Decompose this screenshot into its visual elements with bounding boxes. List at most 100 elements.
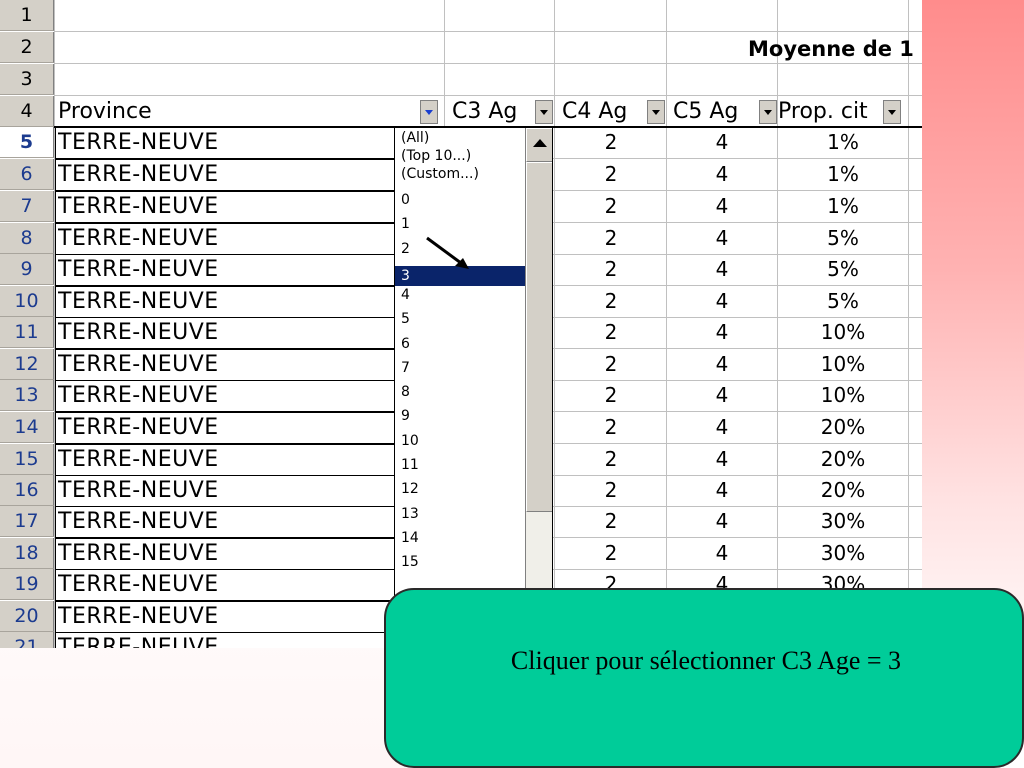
row-header[interactable]: 6 <box>0 159 54 190</box>
c5-age-filter-dropdown[interactable] <box>759 100 777 124</box>
row-header[interactable]: 18 <box>0 538 54 569</box>
cell-province[interactable]: TERRE-NEUVE <box>58 127 394 158</box>
scroll-up-button[interactable] <box>526 128 552 162</box>
filter-option[interactable]: 5 <box>401 311 523 327</box>
cell-prop-cit[interactable]: 5% <box>779 223 907 254</box>
filter-option[interactable]: 14 <box>401 530 523 546</box>
row-header[interactable]: 3 <box>0 64 54 95</box>
cell-c5-age[interactable]: 4 <box>668 444 776 475</box>
cell-province[interactable]: TERRE-NEUVE <box>58 444 394 475</box>
province-filter-dropdown[interactable] <box>420 100 438 124</box>
cell-c5-age[interactable]: 4 <box>668 317 776 348</box>
cell-c4-age[interactable]: 2 <box>556 191 666 222</box>
row-header[interactable]: 7 <box>0 191 54 222</box>
filter-option[interactable]: 8 <box>401 384 523 400</box>
cell-province[interactable]: TERRE-NEUVE <box>58 412 394 443</box>
filter-option[interactable]: 4 <box>401 287 523 303</box>
filter-option[interactable]: (Top 10...) <box>401 148 523 164</box>
row-header[interactable]: 15 <box>0 444 54 475</box>
row-header[interactable]: 1 <box>0 0 54 31</box>
cell-prop-cit[interactable]: 5% <box>779 254 907 285</box>
row-header[interactable]: 16 <box>0 475 54 506</box>
filter-option[interactable]: 9 <box>401 408 523 424</box>
cell-c5-age[interactable]: 4 <box>668 538 776 569</box>
cell-c4-age[interactable]: 2 <box>556 506 666 537</box>
cell-prop-cit[interactable]: 20% <box>779 444 907 475</box>
c3-age-filter-list[interactable]: (All) (Top 10...) (Custom...) 0 1 2 3 4 5 6 7 8 9 10 1… <box>394 127 553 597</box>
cell-c5-age[interactable]: 4 <box>668 506 776 537</box>
cell-c4-age[interactable]: 2 <box>556 475 666 506</box>
cell-c5-age[interactable]: 4 <box>668 349 776 380</box>
cell-c5-age[interactable]: 4 <box>668 475 776 506</box>
cell-c5-age[interactable]: 4 <box>668 127 776 158</box>
cell-prop-cit[interactable]: 30% <box>779 538 907 569</box>
cell-c4-age[interactable]: 2 <box>556 286 666 317</box>
filter-option[interactable]: 0 <box>401 192 523 208</box>
row-header[interactable]: 17 <box>0 506 54 537</box>
cell-c4-age[interactable]: 2 <box>556 223 666 254</box>
cell-c5-age[interactable]: 4 <box>668 380 776 411</box>
cell-province[interactable]: TERRE-NEUVE <box>58 380 394 411</box>
c4-age-filter-dropdown[interactable] <box>647 100 665 124</box>
scroll-thumb[interactable] <box>526 162 552 512</box>
cell-c4-age[interactable]: 2 <box>556 317 666 348</box>
row-header[interactable]: 9 <box>0 254 54 285</box>
cell-c5-age[interactable]: 4 <box>668 412 776 443</box>
filter-option[interactable]: 13 <box>401 506 523 522</box>
cell-prop-cit[interactable]: 20% <box>779 412 907 443</box>
cell-prop-cit[interactable]: 1% <box>779 159 907 190</box>
filter-option[interactable]: 15 <box>401 554 523 570</box>
cell-province[interactable]: TERRE-NEUVE <box>58 191 394 222</box>
row-header[interactable]: 2 <box>0 32 54 63</box>
row-header[interactable]: 8 <box>0 223 54 254</box>
filter-option[interactable]: 7 <box>401 360 523 376</box>
cell-prop-cit[interactable]: 1% <box>779 191 907 222</box>
filter-option[interactable]: 10 <box>401 433 523 449</box>
cell-province[interactable]: TERRE-NEUVE <box>58 159 394 190</box>
cell-province[interactable]: TERRE-NEUVE <box>58 601 394 632</box>
cell-province[interactable]: TERRE-NEUVE <box>58 538 394 569</box>
cell-c4-age[interactable]: 2 <box>556 412 666 443</box>
row-header[interactable]: 13 <box>0 380 54 411</box>
prop-cit-filter-dropdown[interactable] <box>883 100 901 124</box>
filter-option[interactable]: (Custom...) <box>401 166 523 182</box>
cell-c5-age[interactable]: 4 <box>668 159 776 190</box>
cell-prop-cit[interactable]: 1% <box>779 127 907 158</box>
cell-prop-cit[interactable]: 10% <box>779 349 907 380</box>
cell-c5-age[interactable]: 4 <box>668 254 776 285</box>
c3-age-filter-dropdown[interactable] <box>535 100 553 124</box>
cell-c4-age[interactable]: 2 <box>556 159 666 190</box>
cell-prop-cit[interactable]: 10% <box>779 380 907 411</box>
cell-prop-cit[interactable]: 20% <box>779 475 907 506</box>
cell-prop-cit[interactable]: 10% <box>779 317 907 348</box>
row-header[interactable]: 11 <box>0 317 54 348</box>
cell-c4-age[interactable]: 2 <box>556 349 666 380</box>
filter-option[interactable]: (All) <box>401 130 523 146</box>
row-header[interactable]: 21 <box>0 632 54 648</box>
cell-province[interactable]: TERRE-NEUVE <box>58 569 394 600</box>
cell-c5-age[interactable]: 4 <box>668 223 776 254</box>
cell-prop-cit[interactable]: 30% <box>779 506 907 537</box>
cell-province[interactable]: TERRE-NEUVE <box>58 506 394 537</box>
cell-province[interactable]: TERRE-NEUVE <box>58 632 394 648</box>
filter-option[interactable]: 6 <box>401 336 523 352</box>
cell-province[interactable]: TERRE-NEUVE <box>58 475 394 506</box>
filter-list-scrollbar[interactable] <box>525 128 552 596</box>
cell-c4-age[interactable]: 2 <box>556 444 666 475</box>
row-header[interactable]: 12 <box>0 349 54 380</box>
cell-c4-age[interactable]: 2 <box>556 254 666 285</box>
row-header[interactable]: 14 <box>0 412 54 443</box>
cell-province[interactable]: TERRE-NEUVE <box>58 223 394 254</box>
cell-c5-age[interactable]: 4 <box>668 191 776 222</box>
cell-province[interactable]: TERRE-NEUVE <box>58 286 394 317</box>
filter-option[interactable]: 12 <box>401 481 523 497</box>
row-header[interactable]: 5 <box>0 127 54 158</box>
cell-prop-cit[interactable]: 5% <box>779 286 907 317</box>
row-header[interactable]: 19 <box>0 569 54 600</box>
cell-c5-age[interactable]: 4 <box>668 286 776 317</box>
row-header[interactable]: 10 <box>0 286 54 317</box>
cell-province[interactable]: TERRE-NEUVE <box>58 349 394 380</box>
filter-option[interactable]: 1 <box>401 216 523 232</box>
cell-c4-age[interactable]: 2 <box>556 380 666 411</box>
cell-province[interactable]: TERRE-NEUVE <box>58 317 394 348</box>
